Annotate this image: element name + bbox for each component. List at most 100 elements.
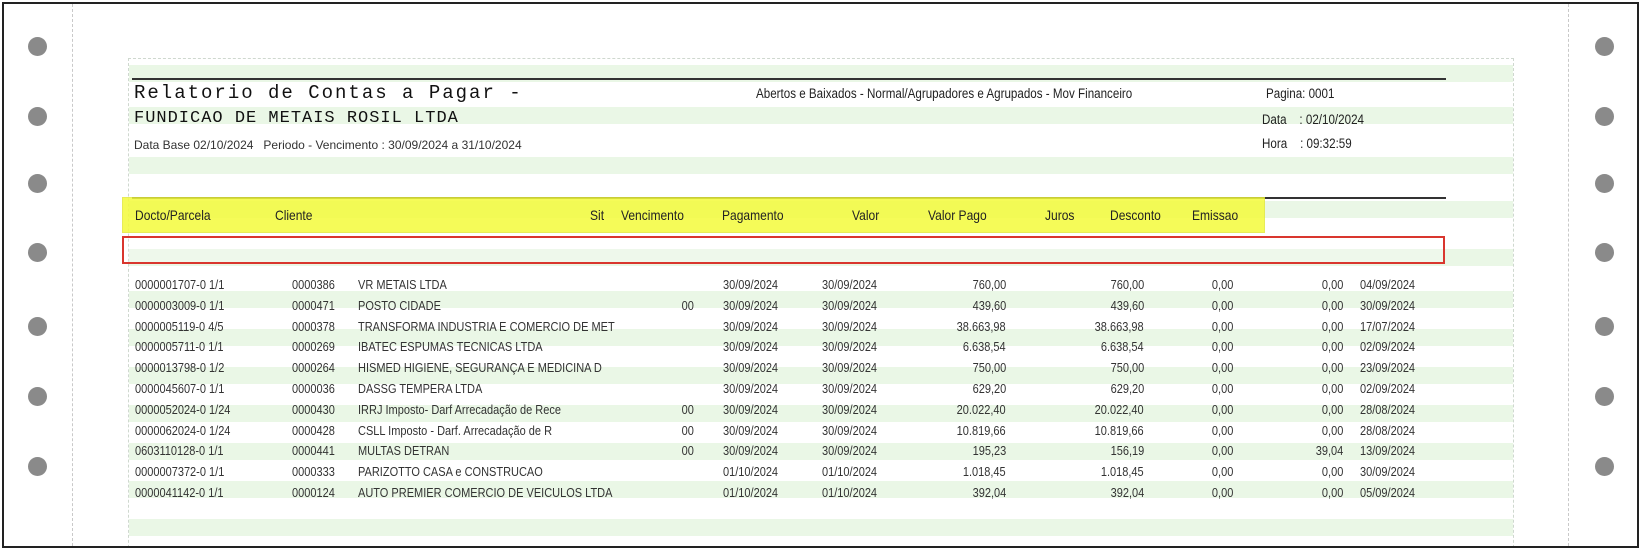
row-docto: 0000041142-0 1/1 xyxy=(135,486,224,500)
row-juros: 0,00 xyxy=(1211,402,1233,417)
table-row: 0000062024-0 1/24 0000428 CSLL Imposto - D… xyxy=(4,422,1637,441)
page-number: Pagina: 0001 xyxy=(1266,86,1335,101)
row-docto: 0603110128-0 1/1 xyxy=(135,444,224,459)
col-juros: Juros xyxy=(1045,207,1075,223)
row-desconto: 0,00 xyxy=(1321,423,1343,438)
report-time: Hora : 09:32:59 xyxy=(1262,136,1352,151)
report-filter: Abertos e Baixados - Normal/Agrupadores … xyxy=(756,86,1133,101)
feed-hole-icon xyxy=(1595,37,1614,56)
row-pagamento: 30/09/2024 xyxy=(822,402,878,417)
row-client-name: HISMED HIGIENE, SEGURANÇA E MEDICINA D xyxy=(358,361,602,376)
report-date: Data : 02/10/2024 xyxy=(1262,112,1364,127)
row-client-code: 0000378 xyxy=(292,319,335,334)
row-valor: 195,23 xyxy=(972,444,1006,459)
table-row: 0000041142-0 1/1 0000124 AUTO PREMIER COME… xyxy=(4,484,1637,503)
row-pagamento: 01/10/2024 xyxy=(822,465,878,480)
row-emissao: 23/09/2024 xyxy=(1360,361,1416,376)
row-pagamento: 30/09/2024 xyxy=(822,278,878,292)
row-client-code: 0000386 xyxy=(292,278,335,292)
row-pagamento: 30/09/2024 xyxy=(822,298,878,313)
row-desconto: 0,00 xyxy=(1321,361,1343,376)
row-client-name: AUTO PREMIER COMERCIO DE VEICULOS LTDA xyxy=(358,486,613,500)
header-rule xyxy=(132,78,1446,80)
row-vencimento: 01/10/2024 xyxy=(723,486,779,500)
row-desconto: 39,04 xyxy=(1315,444,1343,459)
feed-hole-icon xyxy=(1595,174,1614,193)
row-docto: 0000005711-0 1/1 xyxy=(135,340,224,355)
col-cliente: Cliente xyxy=(275,207,313,223)
row-juros: 0,00 xyxy=(1211,298,1233,313)
row-docto: 0000003009-0 1/1 xyxy=(135,298,225,313)
row-valor-pago: 20.022,40 xyxy=(1095,402,1144,417)
row-desconto: 0,00 xyxy=(1321,382,1343,396)
row-vencimento: 30/09/2024 xyxy=(723,382,779,396)
table-row: 0000005119-0 4/5 0000378 TRANSFORMA INDUST… xyxy=(4,318,1637,337)
row-client-name: MULTAS DETRAN xyxy=(358,444,450,459)
row-vencimento: 30/09/2024 xyxy=(723,298,779,313)
row-client-code: 0000430 xyxy=(292,402,335,417)
row-juros: 0,00 xyxy=(1211,486,1233,500)
row-emissao: 02/09/2024 xyxy=(1360,382,1416,396)
col-emissao: Emissao xyxy=(1192,207,1239,223)
row-juros: 0,00 xyxy=(1211,465,1233,480)
row-client-code: 0000428 xyxy=(292,423,335,438)
row-emissao: 13/09/2024 xyxy=(1360,444,1416,459)
row-client-name: DASSG TEMPERA LTDA xyxy=(358,382,483,396)
row-valor: 1.018,45 xyxy=(963,465,1006,480)
row-docto: 0000052024-0 1/24 xyxy=(135,402,231,417)
row-docto: 0000005119-0 4/5 xyxy=(135,319,224,334)
row-desconto: 0,00 xyxy=(1321,278,1343,292)
row-client-name: IRRJ Imposto- Darf Arrecadação de Rece xyxy=(358,402,561,417)
row-emissao: 30/09/2024 xyxy=(1360,298,1416,313)
row-docto: 0000013798-0 1/2 xyxy=(135,361,225,376)
row-vencimento: 30/09/2024 xyxy=(723,340,779,355)
empty-row-marker xyxy=(122,236,1445,264)
row-valor: 10.819,66 xyxy=(957,423,1006,438)
row-client-name: POSTO CIDADE xyxy=(358,298,441,313)
row-emissao: 04/09/2024 xyxy=(1360,278,1416,292)
table-row: 0000013798-0 1/2 0000264 HISMED HIGIENE, S… xyxy=(4,359,1637,378)
row-docto: 0000045607-0 1/1 xyxy=(135,382,225,396)
row-desconto: 0,00 xyxy=(1321,465,1343,480)
row-emissao: 02/09/2024 xyxy=(1360,340,1416,355)
row-valor-pago: 392,04 xyxy=(1110,486,1144,500)
feed-hole-icon xyxy=(1595,243,1614,262)
row-client-name: IBATEC ESPUMAS TECNICAS LTDA xyxy=(358,340,543,355)
feed-hole-icon xyxy=(28,107,47,126)
row-juros: 0,00 xyxy=(1211,340,1233,355)
row-vencimento: 01/10/2024 xyxy=(723,465,779,480)
row-pagamento: 30/09/2024 xyxy=(822,361,878,376)
feed-hole-icon xyxy=(1595,107,1614,126)
row-vencimento: 30/09/2024 xyxy=(723,361,779,376)
row-valor: 38.663,98 xyxy=(957,319,1006,334)
base-period: Data Base 02/10/2024 Periodo - Venciment… xyxy=(134,138,522,152)
row-pagamento: 01/10/2024 xyxy=(822,486,878,500)
row-client-code: 0000441 xyxy=(292,444,335,459)
row-client-code: 0000036 xyxy=(292,382,335,396)
row-juros: 0,00 xyxy=(1211,278,1233,292)
row-client-name: TRANSFORMA INDUSTRIA E COMERCIO DE MET xyxy=(358,319,615,334)
report-viewer-frame: Relatorio de Contas a Pagar - Abertos e … xyxy=(2,2,1639,548)
row-valor-pago: 750,00 xyxy=(1110,361,1144,376)
col-valor-pago: Valor Pago xyxy=(928,207,987,223)
row-valor-pago: 1.018,45 xyxy=(1101,465,1144,480)
col-sit: Sit xyxy=(590,207,605,223)
row-desconto: 0,00 xyxy=(1321,486,1343,500)
row-emissao: 05/09/2024 xyxy=(1360,486,1416,500)
table-row: 0603110128-0 1/1 0000441 MULTAS DETRAN 00 30… xyxy=(4,442,1637,461)
row-docto: 0000001707-0 1/1 xyxy=(135,278,225,292)
table-row: 0000003009-0 1/1 0000471 POSTO CIDADE 00 30/… xyxy=(4,297,1637,316)
row-vencimento: 30/09/2024 xyxy=(723,402,779,417)
row-vencimento: 30/09/2024 xyxy=(723,278,779,292)
col-valor: Valor xyxy=(852,207,880,223)
row-valor-pago: 629,20 xyxy=(1110,382,1144,396)
row-client-name: CSLL Imposto - Darf. Arrecadação de R xyxy=(358,423,553,438)
row-emissao: 28/08/2024 xyxy=(1360,423,1416,438)
row-client-code: 0000333 xyxy=(292,465,335,480)
row-vencimento: 30/09/2024 xyxy=(723,319,779,334)
row-valor: 439,60 xyxy=(972,298,1006,313)
row-juros: 0,00 xyxy=(1211,361,1233,376)
col-desconto: Desconto xyxy=(1110,207,1161,223)
row-emissao: 17/07/2024 xyxy=(1360,319,1416,334)
row-sit: 00 xyxy=(681,298,694,313)
